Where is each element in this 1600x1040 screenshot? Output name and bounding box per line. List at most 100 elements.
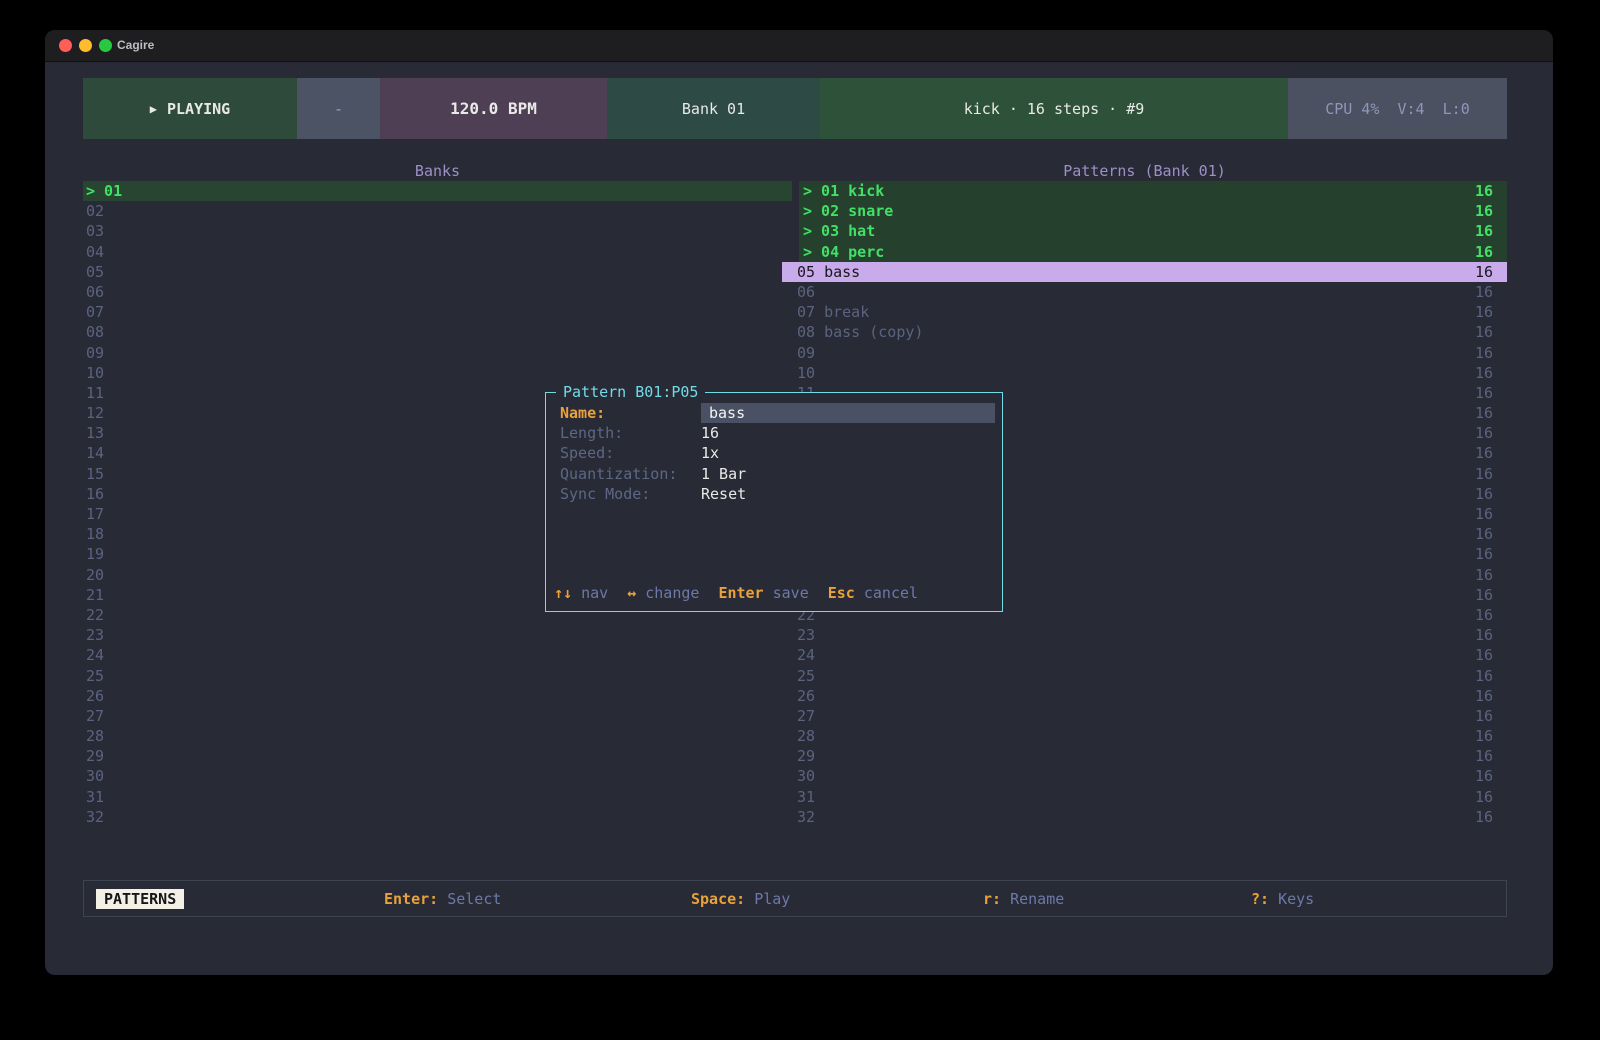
hint-key: Enter: [718, 584, 763, 602]
pattern-row-label: 05 bass: [797, 262, 860, 282]
title-bar: Cagire: [45, 30, 1553, 62]
pattern-steps-count: 16: [1475, 625, 1493, 645]
pattern-steps-count: 16: [1475, 383, 1493, 403]
bank-row-27[interactable]: 27: [83, 706, 792, 726]
field-value[interactable]: 16: [701, 424, 719, 442]
field-value[interactable]: Reset: [701, 485, 746, 503]
bank-row-31[interactable]: 31: [83, 787, 792, 807]
pattern-row-30[interactable]: 3016: [782, 766, 1507, 786]
close-window-button[interactable]: [59, 39, 72, 52]
window-title: Cagire: [117, 38, 154, 52]
bank-row-28[interactable]: 28: [83, 726, 792, 746]
pattern-steps-count: 16: [1475, 282, 1493, 302]
pattern-row-25[interactable]: 2516: [782, 666, 1507, 686]
pattern-row-03[interactable]: > 03 hat16: [799, 221, 1507, 241]
pattern-row-08[interactable]: 08 bass (copy)16: [782, 322, 1507, 342]
pattern-row-07[interactable]: 07 break16: [782, 302, 1507, 322]
play-icon: ▶: [150, 102, 157, 116]
bank-row-23[interactable]: 23: [83, 625, 792, 645]
pattern-row-05[interactable]: 05 bass 16: [782, 262, 1507, 282]
pattern-row-label: 31: [797, 787, 815, 807]
hint-key: ↑↓: [554, 584, 572, 602]
bank-row-01[interactable]: > 01: [83, 181, 792, 201]
pattern-row-23[interactable]: 23 16: [782, 625, 1507, 645]
shortcut-key: Enter:: [384, 890, 438, 908]
pattern-steps-count: 16: [1475, 787, 1493, 807]
key-hint-cancel: Esc cancel: [828, 584, 918, 602]
pattern-steps-count: 16: [1475, 221, 1493, 241]
field-value[interactable]: 1 Bar: [701, 465, 746, 483]
pattern-row-27[interactable]: 27 16: [782, 706, 1507, 726]
pattern-row-label: 27: [797, 706, 815, 726]
pattern-steps-count: 16: [1475, 585, 1493, 605]
bank-display: Bank 01: [607, 78, 820, 139]
pattern-row-label: 08 bass (copy): [797, 322, 923, 342]
field-label: Name:: [560, 404, 701, 422]
bank-row-04[interactable]: 04: [83, 242, 792, 262]
pattern-row-28[interactable]: 2816: [782, 726, 1507, 746]
pattern-row-label: 29: [797, 746, 815, 766]
zoom-window-button[interactable]: [99, 39, 112, 52]
dialog-title: Pattern B01:P05: [556, 382, 705, 402]
bank-row-26[interactable]: 26: [83, 686, 792, 706]
pattern-steps-count: 16: [1475, 686, 1493, 706]
pattern-row-label: > 04 perc: [803, 242, 884, 262]
bank-row-25[interactable]: 25: [83, 666, 792, 686]
pattern-row-label: 06: [797, 282, 815, 302]
bank-row-03[interactable]: 03: [83, 221, 792, 241]
pattern-steps-count: 16: [1475, 262, 1493, 282]
pattern-steps-count: 16: [1475, 403, 1493, 423]
dialog-field-syncmode: Sync Mode:Reset: [546, 484, 1002, 504]
bank-row-06[interactable]: 06: [83, 282, 792, 302]
pattern-row-10[interactable]: 1016: [782, 363, 1507, 383]
pattern-steps-count: 16: [1475, 201, 1493, 221]
pattern-steps-count: 16: [1475, 706, 1493, 726]
pattern-row-label: 24: [797, 645, 815, 665]
bank-row-30[interactable]: 30: [83, 766, 792, 786]
pattern-row-label: 23: [797, 625, 815, 645]
patterns-panel-title: Patterns (Bank 01): [782, 161, 1507, 181]
name-input[interactable]: bass: [701, 403, 995, 423]
pattern-row-09[interactable]: 0916: [782, 343, 1507, 363]
pattern-row-label: 28: [797, 726, 815, 746]
bank-row-09[interactable]: 09: [83, 343, 792, 363]
beat-indicator: -: [297, 78, 380, 139]
pattern-row-29[interactable]: 2916: [782, 746, 1507, 766]
bank-row-02[interactable]: 02: [83, 201, 792, 221]
hint-action: change: [636, 584, 699, 602]
minimize-window-button[interactable]: [79, 39, 92, 52]
pattern-row-31[interactable]: 31 16: [782, 787, 1507, 807]
pattern-steps-count: 16: [1475, 645, 1493, 665]
pattern-steps-count: 16: [1475, 544, 1493, 564]
bank-row-05[interactable]: 05: [83, 262, 792, 282]
footer-shortcut-rename: r: Rename: [983, 889, 1064, 909]
bank-row-24[interactable]: 24: [83, 645, 792, 665]
pattern-steps-count: 16: [1475, 363, 1493, 383]
bank-row-10[interactable]: 10: [83, 363, 792, 383]
pattern-steps-count: 16: [1475, 464, 1493, 484]
pattern-steps-count: 16: [1475, 443, 1493, 463]
pattern-row-02[interactable]: > 02 snare16: [799, 201, 1507, 221]
bpm-display: 120.0 BPM: [380, 78, 607, 139]
pattern-row-01[interactable]: > 01 kick16: [799, 181, 1507, 201]
bank-row-32[interactable]: 32: [83, 807, 792, 827]
cpu-stats-display: CPU 4% V:4 L:0: [1288, 78, 1507, 139]
bank-row-29[interactable]: 29: [83, 746, 792, 766]
key-hint-nav: ↑↓ nav: [554, 584, 608, 602]
bank-row-08[interactable]: 08: [83, 322, 792, 342]
status-bar: ▶PLAYING - 120.0 BPM Bank 01 kick · 16 s…: [83, 78, 1507, 139]
shortcut-action: Keys: [1269, 890, 1314, 908]
pattern-row-04[interactable]: > 04 perc 16: [799, 242, 1507, 262]
pattern-row-26[interactable]: 2616: [782, 686, 1507, 706]
mode-badge: PATTERNS: [96, 889, 184, 909]
pattern-steps-count: 16: [1475, 242, 1493, 262]
pattern-row-06[interactable]: 06 16: [782, 282, 1507, 302]
hint-action: cancel: [855, 584, 918, 602]
pattern-row-32[interactable]: 3216: [782, 807, 1507, 827]
pattern-row-label: 07 break: [797, 302, 869, 322]
hint-action: save: [764, 584, 809, 602]
bank-row-07[interactable]: 07: [83, 302, 792, 322]
field-label: Speed:: [560, 444, 701, 462]
pattern-row-24[interactable]: 24 16: [782, 645, 1507, 665]
field-value[interactable]: 1x: [701, 444, 719, 462]
